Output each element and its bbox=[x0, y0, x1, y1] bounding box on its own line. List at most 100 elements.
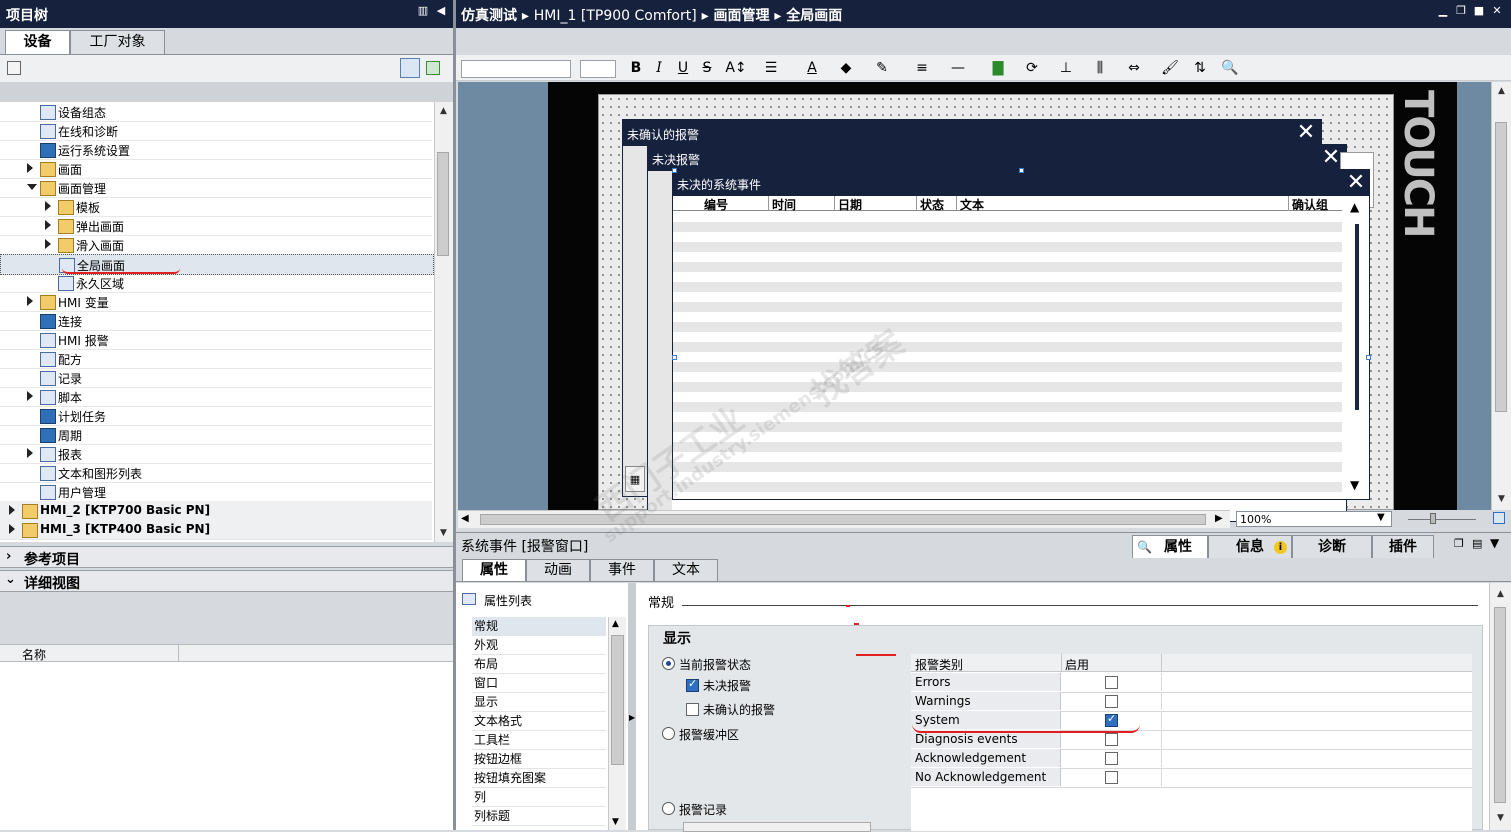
zoom-slider-thumb[interactable] bbox=[1430, 513, 1436, 524]
column-name[interactable]: 名称 bbox=[22, 646, 46, 663]
expand-closed-icon[interactable] bbox=[9, 505, 15, 515]
radio-current-alarm-state[interactable] bbox=[662, 657, 675, 670]
tree-item[interactable]: 滑入画面 bbox=[0, 235, 432, 255]
scroll-thumb[interactable] bbox=[1495, 122, 1507, 412]
scroll-up-icon[interactable]: ▲ bbox=[1350, 200, 1359, 214]
zoom-area-icon[interactable]: 🔍 bbox=[1220, 58, 1240, 78]
tree-item[interactable]: 运行系统设置 bbox=[0, 140, 432, 160]
restore-icon[interactable]: ❐ bbox=[1454, 4, 1468, 18]
chevron-down-icon[interactable]: ▼ bbox=[1377, 512, 1385, 523]
tree-item[interactable]: 报表 bbox=[0, 444, 432, 464]
rotate-icon[interactable]: ⟳ bbox=[1018, 58, 1046, 78]
column-header[interactable]: 日期 bbox=[835, 196, 917, 212]
property-list-item[interactable]: 显示 bbox=[472, 693, 606, 712]
tree-item[interactable]: 连接 bbox=[0, 311, 432, 331]
enable-checkbox[interactable] bbox=[1105, 733, 1118, 746]
breadcrumb-item[interactable]: HMI_1 [TP900 Comfort] bbox=[534, 8, 697, 24]
bring-front-icon[interactable]: ▇ bbox=[984, 58, 1012, 78]
scroll-right-icon[interactable]: ▶ bbox=[1215, 513, 1223, 524]
tab-info[interactable]: 信息 i bbox=[1208, 535, 1292, 558]
table-row[interactable]: Errors bbox=[911, 673, 1472, 693]
selection-handle[interactable] bbox=[672, 168, 677, 173]
tab-properties-sub[interactable]: 属性 bbox=[462, 559, 526, 581]
property-list-item[interactable]: 外观 bbox=[472, 636, 606, 655]
maximize-icon[interactable]: ■ bbox=[1472, 4, 1486, 18]
breadcrumb-item[interactable]: 画面管理 bbox=[713, 8, 769, 24]
tree-item[interactable]: 配方 bbox=[0, 349, 432, 369]
tab-properties[interactable]: 🔍 属性 bbox=[1132, 535, 1208, 558]
selection-handle[interactable] bbox=[1366, 355, 1371, 360]
scroll-up-icon[interactable]: ▲ bbox=[436, 104, 451, 119]
align-objects-icon[interactable]: ⊥ bbox=[1052, 58, 1080, 78]
scroll-thumb[interactable] bbox=[611, 635, 624, 765]
expand-closed-icon[interactable] bbox=[27, 163, 33, 173]
tree-item[interactable]: HMI 变量 bbox=[0, 292, 432, 312]
format-painter-icon[interactable]: 🖌 bbox=[1160, 58, 1180, 78]
line-color-icon[interactable]: ✎ bbox=[868, 58, 896, 78]
scroll-left-icon[interactable]: ◀ bbox=[461, 513, 469, 524]
font-name-dropdown[interactable] bbox=[461, 60, 571, 78]
tree-item[interactable]: HMI 报警 bbox=[0, 330, 432, 350]
column-header[interactable]: 编号 bbox=[701, 196, 769, 212]
property-list-item[interactable]: 布局 bbox=[472, 655, 606, 674]
radio-alarm-buffer[interactable] bbox=[662, 727, 675, 740]
selection-handle[interactable] bbox=[1019, 168, 1024, 173]
dock-icon[interactable]: ▤ bbox=[1472, 537, 1482, 550]
property-list-item[interactable]: 文本格式 bbox=[472, 712, 606, 731]
tree-item[interactable]: HMI_3 [KTP400 Basic PN] bbox=[0, 520, 432, 540]
scroll-down-icon[interactable]: ▼ bbox=[612, 817, 619, 827]
property-list-item[interactable]: 按钮边框 bbox=[472, 750, 606, 769]
tab-events[interactable]: 事件 bbox=[590, 559, 654, 581]
expand-closed-icon[interactable] bbox=[45, 239, 51, 249]
alarm-table-scrollbar[interactable]: ▲ ▼ bbox=[1347, 200, 1367, 496]
collapse-left-icon[interactable]: ◀ bbox=[434, 4, 448, 18]
scroll-thumb[interactable] bbox=[480, 514, 1206, 525]
scroll-thumb[interactable] bbox=[437, 152, 449, 256]
column-header[interactable]: 确认组 bbox=[1289, 196, 1342, 212]
grid-header-enabled[interactable]: 启用 bbox=[1065, 656, 1089, 673]
zoom-slider[interactable] bbox=[1408, 513, 1478, 525]
scroll-down-icon[interactable]: ▼ bbox=[436, 526, 451, 541]
tab-diagnostics[interactable]: 诊断 bbox=[1292, 535, 1372, 558]
pending-system-events-window[interactable]: 未决的系统事件 ✕ 编号 时间 日期 状态 文本 确认组 ▲ ▼ bbox=[672, 169, 1370, 500]
close-icon[interactable]: ✕ bbox=[1490, 4, 1504, 18]
fill-color-icon[interactable]: ◆ bbox=[832, 58, 860, 78]
property-list-scrollbar[interactable]: ▲ ▼ bbox=[608, 617, 626, 830]
layer-icon[interactable]: ⇅ bbox=[1186, 58, 1214, 78]
strikethrough-button[interactable]: S bbox=[699, 58, 715, 78]
zoom-select[interactable]: 100% ▼ bbox=[1236, 511, 1392, 527]
property-list-item[interactable]: 列标题 bbox=[472, 807, 606, 826]
property-content-scrollbar[interactable]: ▲ ▼ bbox=[1489, 583, 1511, 830]
tree-item[interactable]: HMI_2 [KTP700 Basic PN] bbox=[0, 501, 432, 521]
column-header[interactable]: 文本 bbox=[957, 196, 1289, 212]
tree-item[interactable]: 模板 bbox=[0, 197, 432, 217]
alarm-log-dropdown[interactable] bbox=[683, 822, 871, 832]
expand-closed-icon[interactable] bbox=[27, 391, 33, 401]
enable-checkbox[interactable] bbox=[1105, 752, 1118, 765]
reference-projects-header[interactable]: › 参考项目 bbox=[0, 546, 453, 568]
checkbox-pending-alarms[interactable] bbox=[686, 677, 699, 692]
radio-alarm-log[interactable] bbox=[662, 802, 675, 815]
column-header[interactable]: 状态 bbox=[917, 196, 957, 212]
refresh-icon[interactable] bbox=[426, 61, 440, 75]
close-icon[interactable]: ✕ bbox=[1320, 147, 1342, 169]
table-row[interactable]: Acknowledgement bbox=[911, 749, 1472, 769]
scroll-up-icon[interactable]: ▲ bbox=[612, 619, 619, 629]
selection-handle[interactable] bbox=[672, 355, 677, 360]
detail-view-header[interactable]: ⌄ 详细视图 bbox=[0, 570, 453, 592]
scroll-down-icon[interactable]: ▼ bbox=[1494, 492, 1509, 507]
tree-item[interactable]: 画面管理 bbox=[0, 178, 432, 198]
network-view-icon[interactable] bbox=[7, 61, 21, 75]
tree-item[interactable]: 设备组态 bbox=[0, 102, 432, 122]
property-list-item[interactable]: 常规 bbox=[472, 617, 606, 636]
minimize-icon[interactable]: ▁ bbox=[1436, 4, 1450, 18]
line-width-icon[interactable]: ≡ bbox=[908, 58, 936, 78]
property-list-item[interactable]: 列 bbox=[472, 788, 606, 807]
tab-plant-objects[interactable]: 工厂对象 bbox=[70, 30, 165, 54]
tree-item[interactable]: 文本和图形列表 bbox=[0, 463, 432, 483]
expand-open-icon[interactable] bbox=[27, 184, 37, 190]
tree-item[interactable]: 记录 bbox=[0, 368, 432, 388]
font-size-dropdown[interactable] bbox=[580, 60, 616, 78]
close-icon[interactable]: ✕ bbox=[1295, 122, 1317, 144]
same-size-icon[interactable]: ⇔ bbox=[1120, 58, 1148, 78]
